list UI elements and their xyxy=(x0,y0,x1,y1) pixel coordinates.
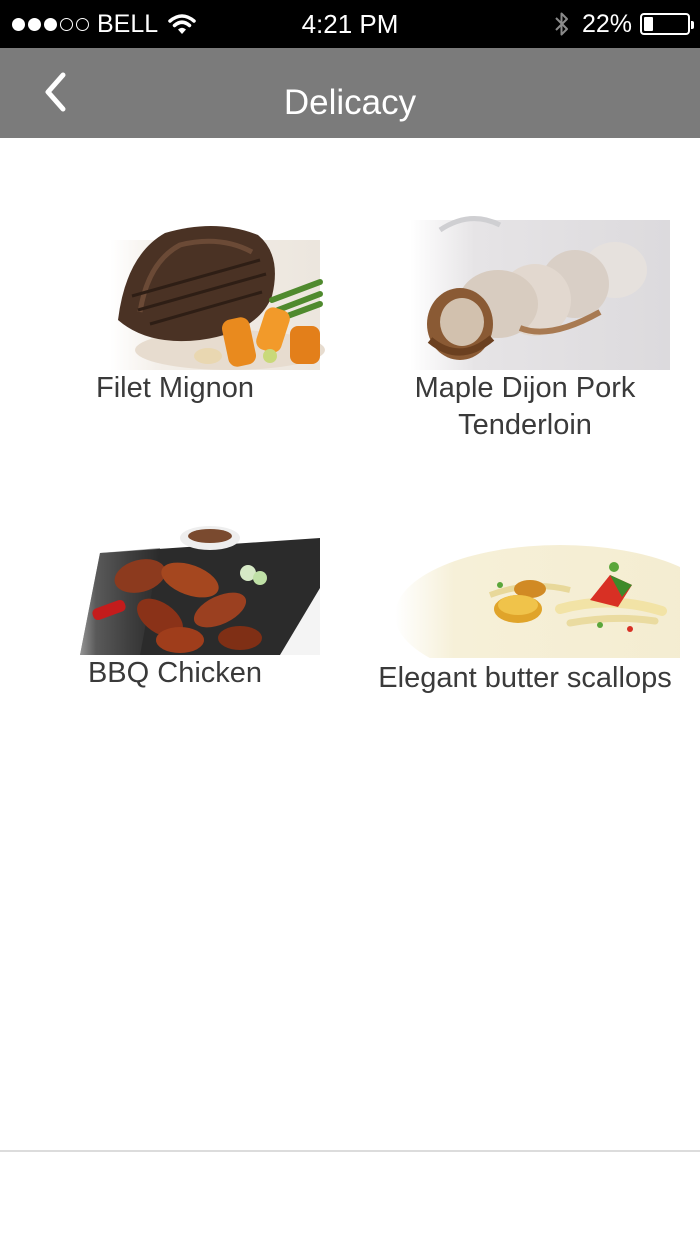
menu-item-maple-dijon-pork[interactable]: Maple Dijon Pork Tenderloin xyxy=(370,200,680,445)
chicken-wings-photo xyxy=(20,518,330,655)
navigation-bar: Delicacy xyxy=(0,48,700,138)
menu-item-elegant-butter-scallops[interactable]: Elegant butter scallops xyxy=(370,545,680,740)
steak-photo xyxy=(20,200,330,370)
status-bar: BELL 4:21 PM 22% xyxy=(0,0,700,48)
bottom-divider xyxy=(0,1150,700,1152)
menu-item-filet-mignon[interactable]: Filet Mignon xyxy=(20,200,330,410)
menu-item-bbq-chicken[interactable]: BBQ Chicken xyxy=(20,518,330,698)
battery-tip xyxy=(691,21,694,29)
menu-item-label: BBQ Chicken xyxy=(87,657,263,689)
battery-percentage: 22% xyxy=(581,9,632,38)
menu-item-label: Maple Dijon Pork Tenderloin xyxy=(414,372,636,441)
battery-icon xyxy=(640,13,694,35)
menu-item-label: Filet Mignon xyxy=(96,372,254,404)
pork-photo xyxy=(370,200,680,370)
battery-level xyxy=(644,17,653,31)
menu-item-label: Elegant butter scallops xyxy=(378,662,672,694)
page-title: Delicacy xyxy=(283,83,417,122)
bluetooth-icon xyxy=(555,12,568,36)
status-bar-right: 22% xyxy=(554,0,694,48)
scallops-photo xyxy=(370,545,680,658)
